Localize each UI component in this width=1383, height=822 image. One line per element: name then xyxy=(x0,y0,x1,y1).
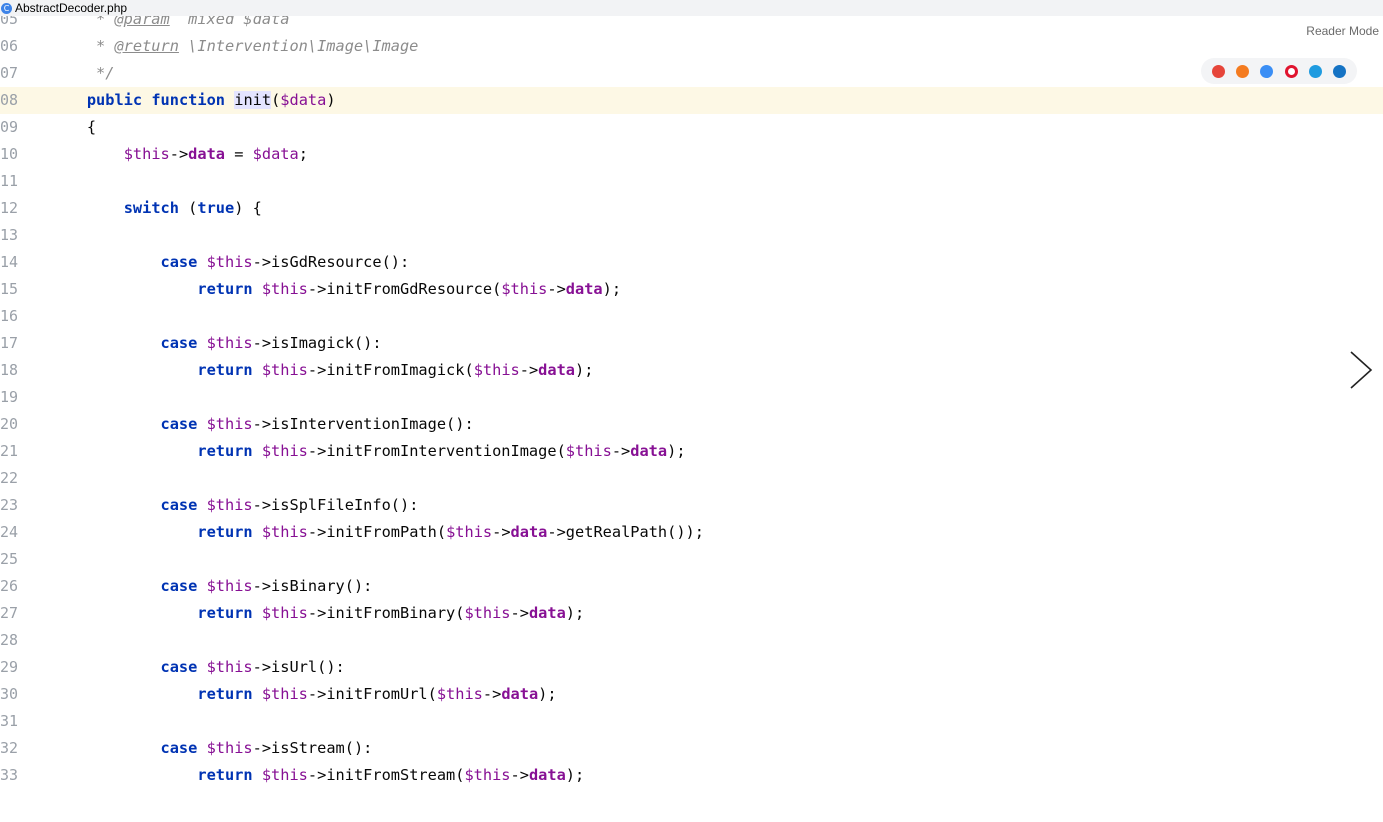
editor-bottom-margin xyxy=(0,802,1383,822)
line-number: 18 xyxy=(0,361,19,379)
editor-tab-bar: C AbstractDecoder.php xyxy=(0,0,1383,16)
code-text[interactable]: * @return \Intervention\Image\Image xyxy=(50,33,418,60)
line-number: 25 xyxy=(0,550,19,568)
line-number: 19 xyxy=(0,388,19,406)
line-number: 05 xyxy=(0,16,19,28)
line-number: 08 xyxy=(0,91,19,109)
code-line[interactable]: 11 xyxy=(0,168,1383,195)
line-number: 06 xyxy=(0,37,19,55)
code-text[interactable]: case $this->isStream(): xyxy=(50,735,373,762)
code-line[interactable]: 10 $this->data = $data; xyxy=(0,141,1383,168)
line-number: 10 xyxy=(0,145,19,163)
line-number: 32 xyxy=(0,739,19,757)
line-number: 21 xyxy=(0,442,19,460)
code-text[interactable]: case $this->isSplFileInfo(): xyxy=(50,492,419,519)
code-text[interactable]: */ xyxy=(50,60,114,87)
line-number: 09 xyxy=(0,118,19,136)
code-line[interactable]: 19 xyxy=(0,384,1383,411)
code-line[interactable]: 25 xyxy=(0,546,1383,573)
code-text[interactable]: return $this->initFromGdResource($this->… xyxy=(50,276,621,303)
code-line[interactable]: 21 return $this->initFromInterventionIma… xyxy=(0,438,1383,465)
code-line[interactable]: 30 return $this->initFromUrl($this->data… xyxy=(0,681,1383,708)
code-line[interactable]: 15 return $this->initFromGdResource($thi… xyxy=(0,276,1383,303)
chevron-right-icon[interactable] xyxy=(1347,350,1377,390)
line-number: 28 xyxy=(0,631,19,649)
opera-icon[interactable] xyxy=(1284,64,1298,78)
line-number: 31 xyxy=(0,712,19,730)
code-text[interactable]: case $this->isImagick(): xyxy=(50,330,382,357)
line-number: 11 xyxy=(0,172,19,190)
code-line[interactable]: 23 case $this->isSplFileInfo(): xyxy=(0,492,1383,519)
code-line[interactable]: 24 return $this->initFromPath($this->dat… xyxy=(0,519,1383,546)
code-line[interactable]: 13 xyxy=(0,222,1383,249)
ie-icon[interactable] xyxy=(1308,64,1322,78)
file-tab[interactable]: C AbstractDecoder.php xyxy=(0,0,127,16)
code-text[interactable]: return $this->initFromImagick($this->dat… xyxy=(50,357,593,384)
line-number: 24 xyxy=(0,523,19,541)
code-line[interactable]: 06 * @return \Intervention\Image\Image xyxy=(0,33,1383,60)
code-text[interactable]: * @param mixed $data xyxy=(50,16,289,33)
code-line[interactable]: 18 return $this->initFromImagick($this->… xyxy=(0,357,1383,384)
code-text[interactable]: return $this->initFromInterventionImage(… xyxy=(50,438,685,465)
line-number: 15 xyxy=(0,280,19,298)
code-text[interactable]: case $this->isUrl(): xyxy=(50,654,345,681)
line-number: 29 xyxy=(0,658,19,676)
code-line[interactable]: 17 case $this->isImagick(): xyxy=(0,330,1383,357)
code-line[interactable]: 16 xyxy=(0,303,1383,330)
line-number: 14 xyxy=(0,253,19,271)
code-line[interactable]: 27 return $this->initFromBinary($this->d… xyxy=(0,600,1383,627)
code-line[interactable]: 20 case $this->isInterventionImage(): xyxy=(0,411,1383,438)
code-line[interactable]: 31 xyxy=(0,708,1383,735)
code-editor[interactable]: 05 * @param mixed $data 06 * @return \Int… xyxy=(0,16,1383,802)
code-text[interactable]: public function init($data) xyxy=(50,87,336,114)
firefox-icon[interactable] xyxy=(1236,64,1250,78)
code-text[interactable]: return $this->initFromStream($this->data… xyxy=(50,762,584,789)
line-number: 22 xyxy=(0,469,19,487)
browser-preview-bar xyxy=(1201,58,1357,84)
line-number: 30 xyxy=(0,685,19,703)
line-number: 17 xyxy=(0,334,19,352)
code-text[interactable]: return $this->initFromBinary($this->data… xyxy=(50,600,584,627)
code-line[interactable]: 26 case $this->isBinary(): xyxy=(0,573,1383,600)
code-line[interactable]: 05 * @param mixed $data xyxy=(0,16,1383,33)
code-line[interactable]: 14 case $this->isGdResource(): xyxy=(0,249,1383,276)
code-line[interactable]: 08 public function init($data) xyxy=(0,87,1383,114)
code-text[interactable]: $this->data = $data; xyxy=(50,141,308,168)
safari-icon[interactable] xyxy=(1260,64,1274,78)
line-number: 13 xyxy=(0,226,19,244)
code-line[interactable]: 28 xyxy=(0,627,1383,654)
line-number: 23 xyxy=(0,496,19,514)
code-text[interactable]: { xyxy=(50,114,96,141)
file-tab-label: AbstractDecoder.php xyxy=(15,1,128,15)
code-line[interactable]: 09 { xyxy=(0,114,1383,141)
line-number: 07 xyxy=(0,64,19,82)
php-class-icon: C xyxy=(1,2,12,14)
line-number: 12 xyxy=(0,199,19,217)
line-number: 27 xyxy=(0,604,19,622)
code-text[interactable]: return $this->initFromPath($this->data->… xyxy=(50,519,704,546)
reader-mode-button[interactable]: Reader Mode xyxy=(1302,22,1383,40)
code-text[interactable]: case $this->isBinary(): xyxy=(50,573,373,600)
chrome-icon[interactable] xyxy=(1212,64,1226,78)
code-text[interactable]: case $this->isGdResource(): xyxy=(50,249,410,276)
code-text[interactable]: return $this->initFromUrl($this->data); xyxy=(50,681,556,708)
edge-icon[interactable] xyxy=(1332,64,1346,78)
line-number: 16 xyxy=(0,307,19,325)
code-text[interactable]: case $this->isInterventionImage(): xyxy=(50,411,474,438)
code-line[interactable]: 22 xyxy=(0,465,1383,492)
line-number: 20 xyxy=(0,415,19,433)
code-text[interactable]: switch (true) { xyxy=(50,195,262,222)
code-line[interactable]: 32 case $this->isStream(): xyxy=(0,735,1383,762)
code-line[interactable]: 07 */ xyxy=(0,60,1383,87)
line-number: 26 xyxy=(0,577,19,595)
code-line[interactable]: 29 case $this->isUrl(): xyxy=(0,654,1383,681)
code-line[interactable]: 33 return $this->initFromStream($this->d… xyxy=(0,762,1383,789)
line-number: 33 xyxy=(0,766,19,784)
code-line[interactable]: 12 switch (true) { xyxy=(0,195,1383,222)
